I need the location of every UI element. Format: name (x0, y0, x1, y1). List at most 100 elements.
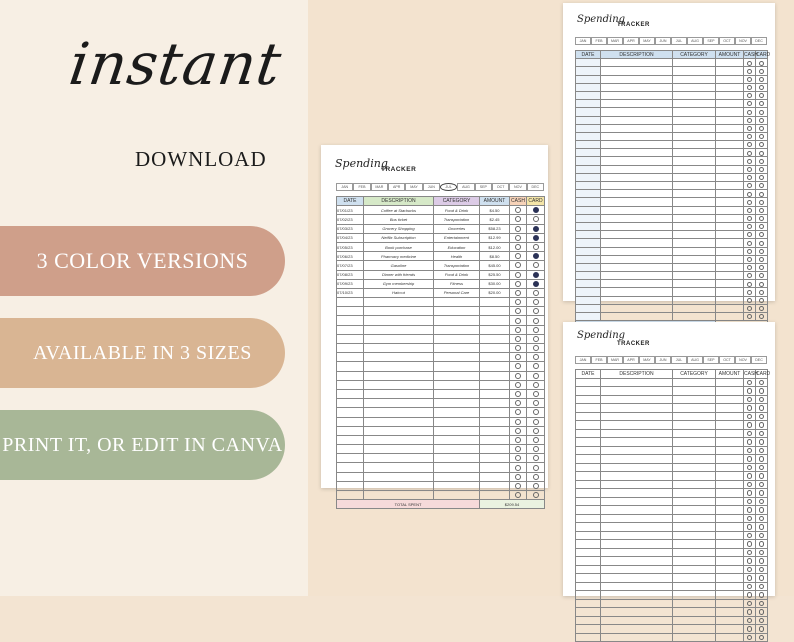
cell-date[interactable] (575, 539, 601, 549)
cell-cash[interactable] (509, 462, 527, 473)
cell-card[interactable] (526, 342, 545, 354)
cell-amt[interactable] (479, 342, 510, 354)
cell-amt[interactable] (479, 379, 510, 390)
cell-cat[interactable]: Health (433, 251, 480, 262)
card-check-icon[interactable] (532, 317, 539, 324)
cell-desc[interactable] (600, 213, 673, 223)
card-check-icon[interactable] (532, 473, 539, 480)
cash-check-icon[interactable] (746, 524, 753, 530)
cell-card[interactable] (755, 403, 768, 413)
cell-cat[interactable] (672, 311, 716, 322)
cell-card[interactable] (526, 434, 545, 446)
cash-check-icon[interactable] (746, 617, 753, 624)
cash-check-icon[interactable] (747, 126, 752, 131)
card-check-icon[interactable] (758, 634, 765, 641)
cell-cash[interactable] (743, 156, 756, 166)
card-check-icon[interactable] (759, 273, 764, 279)
card-check-icon[interactable] (758, 396, 765, 403)
cell-card[interactable] (755, 180, 768, 191)
month-jun[interactable]: JUN (655, 37, 671, 45)
cell-desc[interactable] (600, 428, 673, 438)
cell-cat[interactable]: Fitness (433, 278, 480, 289)
cell-amt[interactable] (715, 505, 744, 515)
cell-card[interactable] (755, 58, 768, 68)
cell-card[interactable] (755, 66, 768, 76)
cell-cat[interactable] (672, 115, 716, 125)
cell-desc[interactable] (363, 370, 434, 381)
cash-check-icon[interactable] (515, 299, 521, 306)
cell-card[interactable] (526, 315, 545, 326)
cell-card[interactable] (526, 444, 545, 455)
cell-card[interactable] (755, 148, 768, 158)
cell-desc[interactable]: Gym membership (363, 278, 434, 289)
cell-cat[interactable] (672, 74, 716, 84)
cell-cash[interactable] (509, 205, 527, 216)
month-apr[interactable]: APR (387, 183, 406, 191)
card-check-icon[interactable] (758, 575, 765, 581)
cell-amt[interactable] (479, 407, 510, 418)
cell-amt[interactable] (715, 131, 744, 142)
cell-date[interactable] (575, 221, 601, 232)
cell-cat[interactable] (672, 230, 716, 240)
cell-desc[interactable] (600, 271, 673, 281)
cell-desc[interactable] (600, 107, 673, 117)
cell-amt[interactable] (715, 148, 744, 158)
cash-check-icon[interactable] (747, 109, 752, 115)
cell-cash[interactable] (743, 180, 756, 191)
cell-cat[interactable] (672, 411, 716, 421)
card-check-icon[interactable] (758, 456, 765, 462)
cell-date[interactable] (575, 262, 601, 273)
cell-desc[interactable] (600, 189, 673, 199)
cell-cash[interactable] (743, 74, 756, 84)
month-aug[interactable]: AUG (687, 356, 703, 364)
cell-date[interactable] (575, 107, 601, 117)
cash-check-icon[interactable] (515, 345, 521, 352)
cell-date[interactable] (336, 425, 364, 436)
cell-cat[interactable] (433, 306, 480, 317)
cell-desc[interactable] (363, 324, 434, 335)
cash-check-icon[interactable] (746, 609, 753, 615)
cash-check-icon[interactable] (747, 142, 752, 148)
cell-cash[interactable] (743, 403, 756, 413)
cell-date[interactable] (336, 471, 364, 482)
cell-desc[interactable] (600, 581, 673, 591)
card-check-icon[interactable] (758, 532, 765, 539)
card-check-icon[interactable] (759, 158, 764, 164)
cash-check-icon[interactable] (747, 183, 752, 189)
cash-check-icon[interactable] (515, 436, 521, 443)
cell-amt[interactable] (715, 615, 744, 625)
card-check-icon[interactable] (758, 524, 765, 530)
cell-date[interactable] (575, 462, 601, 472)
cell-card[interactable] (755, 189, 768, 199)
cell-cash[interactable] (743, 522, 756, 532)
cell-card[interactable] (755, 590, 768, 600)
card-check-icon[interactable] (759, 248, 764, 254)
cell-amt[interactable] (715, 180, 744, 191)
cash-check-icon[interactable] (515, 289, 521, 296)
cell-amt[interactable] (715, 488, 744, 498)
cell-date[interactable]: 07/09/23 (336, 278, 364, 289)
month-mar[interactable]: MAR (607, 356, 623, 364)
cell-card[interactable] (755, 246, 768, 256)
cell-cat[interactable] (433, 388, 480, 400)
cell-cash[interactable] (743, 213, 756, 223)
cell-card[interactable] (526, 379, 545, 390)
cash-check-icon[interactable] (747, 158, 752, 164)
cell-amt[interactable] (715, 164, 744, 174)
cell-cash[interactable] (743, 454, 756, 464)
card-check-icon[interactable] (758, 439, 765, 445)
cell-desc[interactable] (600, 624, 673, 634)
cell-amt[interactable] (715, 115, 744, 125)
cash-check-icon[interactable] (747, 166, 752, 172)
cell-amt[interactable] (479, 444, 510, 455)
cell-cash[interactable] (509, 453, 527, 464)
cell-amt[interactable] (715, 386, 744, 396)
cell-desc[interactable] (600, 164, 673, 174)
cell-desc[interactable] (600, 238, 673, 248)
month-dec[interactable]: DEC (751, 356, 767, 364)
cell-cash[interactable] (743, 420, 756, 430)
cell-amt[interactable] (715, 530, 744, 540)
cell-cash[interactable] (509, 370, 527, 381)
cell-cash[interactable] (743, 488, 756, 498)
card-check-icon[interactable] (532, 234, 539, 241)
